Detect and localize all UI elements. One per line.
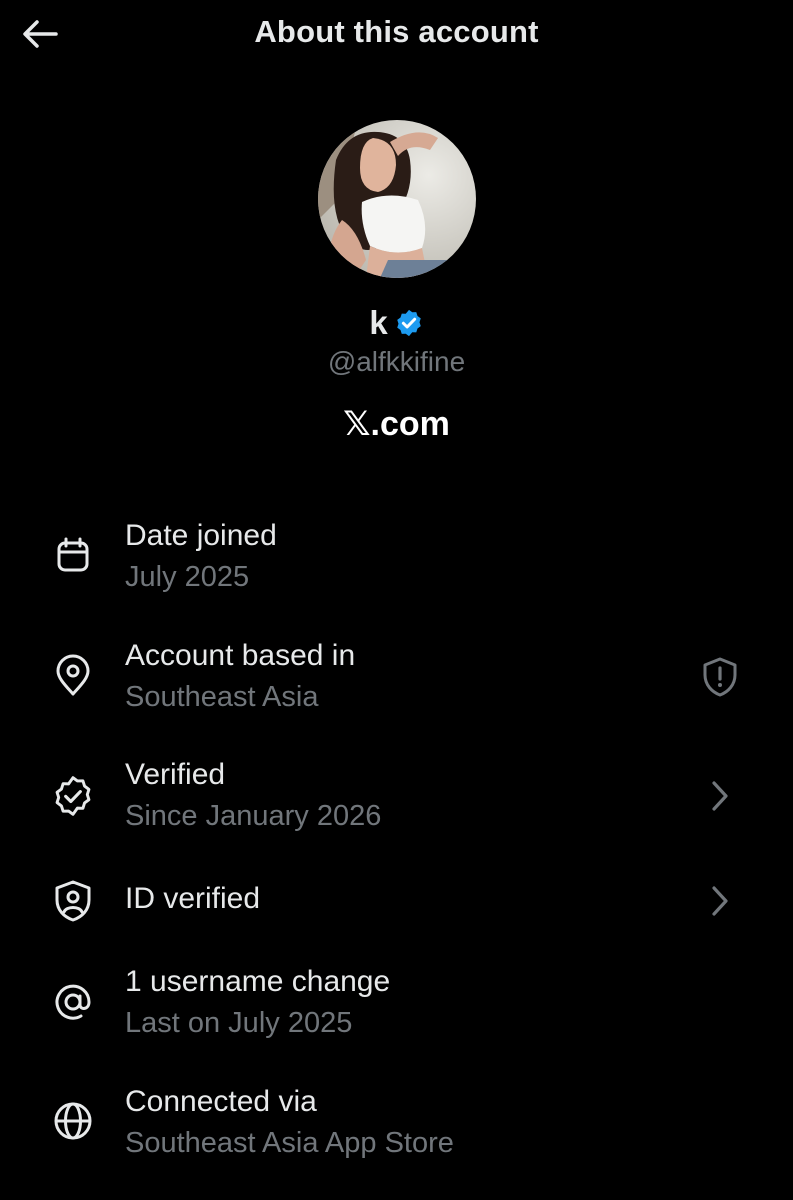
name-row: k xyxy=(0,298,793,348)
profile-photo xyxy=(318,120,476,278)
avatar[interactable] xyxy=(318,120,476,278)
top-bar: About this account xyxy=(0,0,793,70)
row-subtitle: Last on July 2025 xyxy=(125,1007,353,1039)
detail-row-account-based-in: Account based in Southeast Asia xyxy=(0,632,793,732)
row-title: Date joined xyxy=(125,519,277,552)
id-shield-icon xyxy=(50,878,96,924)
row-title: Verified xyxy=(125,758,226,791)
page-title: About this account xyxy=(254,14,539,49)
verified-badge-icon xyxy=(50,773,96,819)
verified-badge-icon[interactable] xyxy=(394,308,424,338)
calendar-icon xyxy=(50,532,96,578)
row-title: Account based in xyxy=(125,639,356,672)
shield-alert-icon[interactable] xyxy=(696,653,744,701)
detail-row-username-change: 1 username change Last on July 2025 xyxy=(0,958,793,1058)
detail-row-verified[interactable]: Verified Since January 2026 xyxy=(0,752,793,852)
site-label: 𝕏.com xyxy=(343,405,450,443)
globe-icon xyxy=(50,1098,96,1144)
row-subtitle: July 2025 xyxy=(125,561,250,593)
row-subtitle: Southeast Asia App Store xyxy=(125,1127,454,1159)
row-title: 1 username change xyxy=(125,965,391,998)
row-subtitle: Southeast Asia xyxy=(125,681,319,713)
chevron-right-icon[interactable] xyxy=(696,877,744,925)
at-sign-icon xyxy=(50,979,96,1025)
detail-row-connected-via: Connected via Southeast Asia App Store xyxy=(0,1078,793,1178)
location-pin-icon xyxy=(50,653,96,699)
detail-row-date-joined: Date joined July 2025 xyxy=(0,512,793,612)
handle: @alfkkifine xyxy=(327,346,466,377)
row-subtitle: Since January 2026 xyxy=(125,800,382,832)
row-title: Connected via xyxy=(125,1085,317,1118)
chevron-right-icon[interactable] xyxy=(696,772,744,820)
detail-row-id-verified[interactable]: ID verified xyxy=(0,872,793,972)
row-title: ID verified xyxy=(125,882,261,915)
display-name: k xyxy=(369,304,388,341)
